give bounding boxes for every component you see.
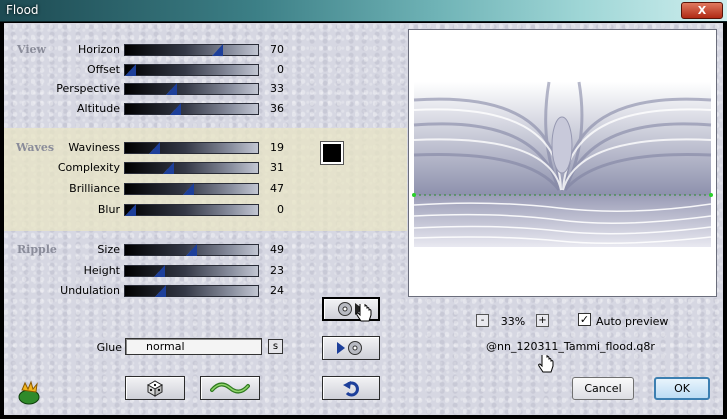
zoom-level: 33%	[500, 315, 526, 328]
cancel-button[interactable]: Cancel	[572, 377, 634, 400]
auto-preview-label: Auto preview	[596, 315, 669, 328]
slider-label-height: Height	[83, 264, 120, 277]
slider-label-brilliance: Brilliance	[69, 182, 120, 195]
slider-waviness[interactable]	[124, 142, 259, 154]
slider-label-perspective: Perspective	[56, 82, 120, 95]
slider-horizon[interactable]	[124, 44, 259, 56]
slider-complexity[interactable]	[124, 162, 259, 174]
slider-value-offset: 0	[277, 63, 284, 76]
slider-thumb-undulation[interactable]	[155, 285, 166, 297]
undo-icon	[343, 381, 359, 397]
slider-size[interactable]	[124, 244, 259, 256]
reset-button[interactable]	[322, 376, 380, 400]
slider-thumb-horizon[interactable]	[212, 44, 223, 56]
zoom-out-button[interactable]: -	[476, 314, 489, 327]
app-logo-icon	[16, 380, 42, 406]
slider-value-height: 23	[270, 264, 284, 277]
slider-value-blur: 0	[277, 203, 284, 216]
slider-thumb-perspective[interactable]	[166, 83, 177, 95]
slider-thumb-complexity[interactable]	[163, 162, 174, 174]
slider-thumb-altitude[interactable]	[170, 103, 181, 115]
load-preset-button[interactable]	[322, 336, 380, 360]
slider-label-complexity: Complexity	[57, 161, 120, 174]
ok-button[interactable]: OK	[654, 377, 710, 400]
preset-filename: @nn_120311_Tammi_flood.q8r	[486, 340, 655, 353]
slider-label-horizon: Horizon	[77, 43, 120, 56]
preview-image	[412, 81, 713, 247]
slider-value-complexity: 31	[270, 161, 284, 174]
wave-color-swatch[interactable]	[320, 141, 344, 165]
slider-value-altitude: 36	[270, 102, 284, 115]
dialog-body: View Waves Ripple Horizon 70 Offset 0 Perspe…	[4, 23, 723, 415]
slider-value-perspective: 33	[270, 82, 284, 95]
slider-thumb-height[interactable]	[154, 265, 165, 277]
slider-perspective[interactable]	[124, 83, 259, 95]
hand-cursor-icon	[356, 304, 372, 322]
slider-value-waviness: 19	[270, 141, 284, 154]
window-title: Flood	[6, 3, 39, 17]
slider-height[interactable]	[124, 265, 259, 277]
close-button[interactable]: X	[681, 2, 723, 19]
slider-label-altitude: Altitude	[77, 102, 120, 115]
slider-label-size: Size	[97, 243, 120, 256]
auto-preview-checkbox[interactable]: ✓	[578, 313, 591, 326]
slider-label-waviness: Waviness	[68, 141, 120, 154]
glue-s-button[interactable]: s	[268, 339, 283, 354]
slider-value-horizon: 70	[270, 43, 284, 56]
slider-thumb-offset[interactable]	[125, 64, 136, 76]
zoom-in-button[interactable]: +	[536, 314, 549, 327]
slider-label-offset: Offset	[86, 63, 120, 76]
title-bar: Flood X	[0, 0, 727, 22]
slider-altitude[interactable]	[124, 103, 259, 115]
slider-value-size: 49	[270, 243, 284, 256]
slider-undulation[interactable]	[124, 285, 259, 297]
slider-thumb-blur[interactable]	[125, 204, 136, 216]
wave-button[interactable]	[200, 376, 260, 400]
preview-panel	[408, 29, 717, 297]
slider-value-undulation: 24	[270, 284, 284, 297]
randomize-button[interactable]	[125, 376, 185, 400]
hand-cursor-icon	[538, 355, 554, 373]
glue-label: Glue	[96, 341, 122, 354]
slider-thumb-size[interactable]	[186, 244, 197, 256]
slider-thumb-brilliance[interactable]	[183, 183, 194, 195]
slider-blur[interactable]	[124, 204, 259, 216]
load-preset-icon	[337, 341, 362, 355]
wave-icon	[210, 382, 250, 394]
slider-label-blur: Blur	[97, 203, 120, 216]
slider-brilliance[interactable]	[124, 183, 259, 195]
glue-select[interactable]: normal	[125, 338, 262, 355]
slider-thumb-waviness[interactable]	[149, 142, 160, 154]
slider-offset[interactable]	[124, 64, 259, 76]
dice-icon	[146, 380, 164, 397]
slider-value-brilliance: 47	[270, 182, 284, 195]
slider-label-undulation: Undulation	[60, 284, 120, 297]
